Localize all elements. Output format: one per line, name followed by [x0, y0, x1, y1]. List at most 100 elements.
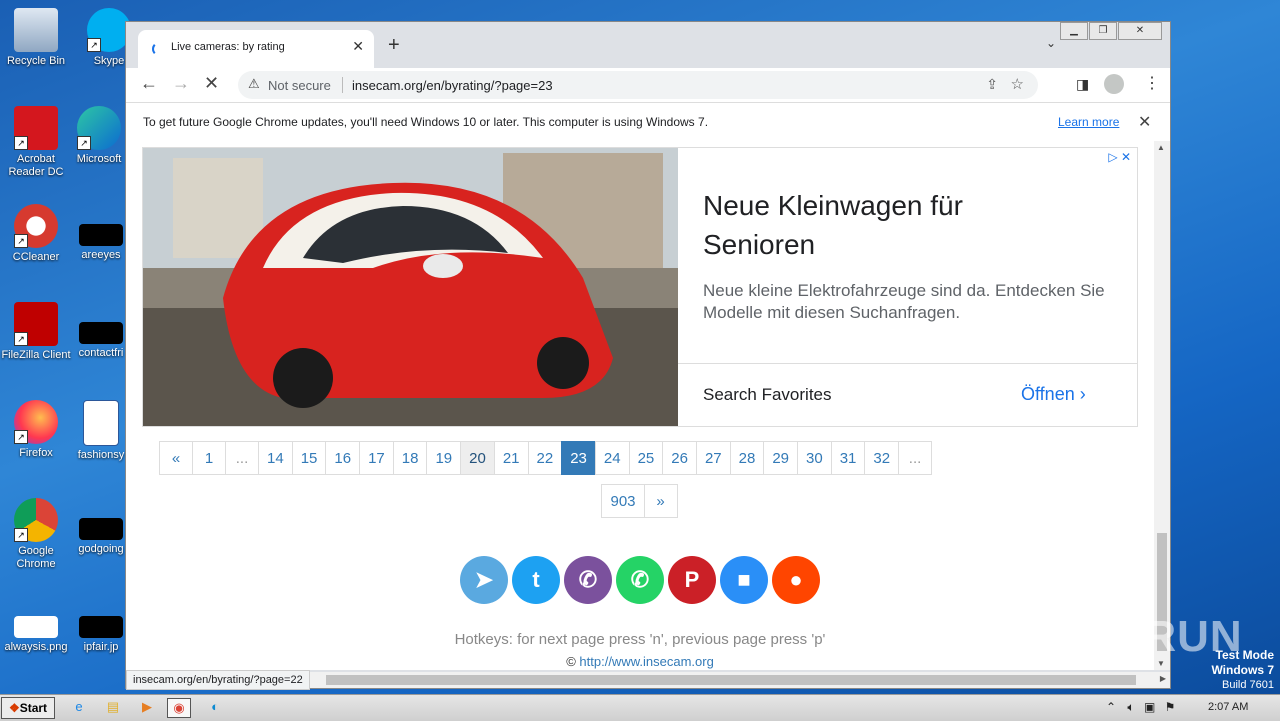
- shortcut-arrow-icon: ↗: [14, 430, 28, 444]
- status-url-bubble: insecam.org/en/byrating/?page=22: [126, 670, 310, 690]
- taskbar: ❖Start e ▤ ▶ ◉ ◐ ⌃ 🔈︎ ▣ ⚑ 2:07 AM: [0, 694, 1280, 721]
- new-tab-icon[interactable]: +: [388, 34, 400, 57]
- scroll-right-icon[interactable]: ▶: [1160, 674, 1166, 683]
- profile-avatar-icon[interactable]: [1104, 74, 1124, 94]
- page-link[interactable]: 23: [561, 441, 596, 475]
- ad-open-label: Öffnen: [1021, 384, 1075, 404]
- page-link[interactable]: 14: [258, 441, 293, 475]
- share-icon[interactable]: ⇪: [986, 76, 998, 93]
- ad-choices-icon[interactable]: ▷ ✕: [1108, 150, 1131, 164]
- close-infobar-icon[interactable]: ✕: [1138, 112, 1151, 132]
- ad-search-label[interactable]: Search Favorites: [703, 385, 832, 405]
- ad-image[interactable]: [143, 148, 678, 426]
- advertisement[interactable]: ▷ ✕ Neue Kleinwagen für Senioren Neue kl…: [142, 147, 1138, 427]
- acrobat-reader-icon[interactable]: ↗ Acrobat Reader DC: [1, 106, 71, 179]
- separator: [342, 77, 343, 93]
- shortcut-arrow-icon: ↗: [14, 136, 28, 150]
- hotkeys-hint: Hotkeys: for next page press 'n', previo…: [454, 631, 826, 648]
- filezilla-icon[interactable]: ↗ FileZilla Client: [1, 302, 71, 362]
- chrome-taskbar-icon[interactable]: ◉: [167, 698, 191, 718]
- side-panel-icon[interactable]: ◨: [1076, 76, 1089, 93]
- ad-headline[interactable]: Neue Kleinwagen für Senioren: [703, 186, 1023, 264]
- desktop-icon-label: CCleaner: [12, 251, 60, 263]
- edge-taskbar-icon[interactable]: ◐: [204, 698, 226, 716]
- recycle-bin-icon[interactable]: Recycle Bin: [1, 8, 71, 68]
- site-link[interactable]: http://www.insecam.org: [579, 654, 713, 669]
- page-link[interactable]: 32: [864, 441, 900, 475]
- restore-icon[interactable]: ❐: [1089, 22, 1117, 40]
- page-link[interactable]: 26: [662, 441, 697, 475]
- minimize-icon[interactable]: ▁: [1060, 22, 1088, 40]
- close-window-icon[interactable]: ✕: [1118, 22, 1162, 40]
- png-file-icon[interactable]: alwaysis.png: [1, 596, 71, 654]
- stop-loading-icon[interactable]: ✕: [204, 73, 219, 94]
- page-link[interactable]: 15: [291, 441, 327, 475]
- whatsapp-share-icon[interactable]: ✆: [616, 556, 664, 604]
- vertical-scrollbar[interactable]: ▲ ▼: [1154, 141, 1170, 670]
- page-link[interactable]: 29: [763, 441, 798, 475]
- back-icon[interactable]: ←: [140, 73, 158, 94]
- address-bar[interactable]: ⚠ Not secure insecam.org/en/byrating/?pa…: [238, 71, 1038, 99]
- volume-icon[interactable]: 🔈︎: [1127, 700, 1134, 714]
- forward-icon[interactable]: →: [172, 73, 190, 94]
- file-explorer-icon[interactable]: ▤: [102, 698, 124, 716]
- delicious-share-icon[interactable]: ■: [720, 556, 768, 604]
- page-link[interactable]: 19: [426, 441, 462, 475]
- windows-version-line: Windows 7: [1211, 663, 1274, 677]
- action-center-flag-icon[interactable]: ⚑: [1165, 700, 1176, 714]
- internet-explorer-icon[interactable]: e: [68, 698, 90, 716]
- prev-page-link[interactable]: «: [159, 441, 193, 475]
- page-link[interactable]: 24: [594, 441, 630, 475]
- firefox-icon[interactable]: ↗ Firefox: [1, 400, 71, 460]
- page-link[interactable]: 22: [527, 441, 563, 475]
- start-label: Start: [19, 701, 48, 715]
- page-link[interactable]: 27: [695, 441, 731, 475]
- learn-more-link[interactable]: Learn more: [1058, 115, 1119, 129]
- url-text[interactable]: insecam.org/en/byrating/?page=23: [352, 78, 553, 93]
- start-button[interactable]: ❖Start: [1, 697, 55, 719]
- ad-description: Neue kleine Elektrofahrzeuge sind da. En…: [703, 281, 1105, 322]
- page-link[interactable]: 903: [601, 484, 645, 518]
- page-ellipsis: ...: [898, 441, 933, 475]
- network-icon[interactable]: ▣: [1144, 700, 1155, 714]
- page-link[interactable]: 28: [729, 441, 765, 475]
- ad-open-button[interactable]: Öffnen ›: [1021, 384, 1086, 405]
- close-tab-icon[interactable]: ✕: [352, 38, 364, 55]
- viber-share-icon[interactable]: ✆: [564, 556, 612, 604]
- google-chrome-icon[interactable]: ↗ Google Chrome: [1, 498, 71, 571]
- page-link[interactable]: 20: [460, 441, 495, 475]
- media-player-icon[interactable]: ▶: [136, 698, 158, 716]
- browser-tab[interactable]: Live cameras: by rating ✕: [138, 30, 374, 68]
- pinterest-share-icon[interactable]: P: [668, 556, 716, 604]
- show-hidden-icons-icon[interactable]: ⌃: [1106, 700, 1116, 714]
- shortcut-arrow-icon: ↗: [14, 528, 28, 542]
- menu-kebab-icon[interactable]: ⋮: [1144, 73, 1160, 93]
- twitter-share-icon[interactable]: t: [512, 556, 560, 604]
- desktop-icon-label: Recycle Bin: [6, 55, 66, 67]
- hscroll-thumb[interactable]: [326, 675, 1136, 685]
- next-page-link[interactable]: »: [643, 484, 678, 518]
- page-link[interactable]: 18: [392, 441, 428, 475]
- page-link[interactable]: 17: [359, 441, 394, 475]
- telegram-share-icon[interactable]: ➤: [460, 556, 508, 604]
- security-status[interactable]: Not secure: [268, 78, 331, 93]
- page-link[interactable]: 25: [628, 441, 664, 475]
- page-link[interactable]: 30: [797, 441, 832, 475]
- bookmark-star-icon[interactable]: ☆: [1011, 75, 1024, 93]
- microsoft-edge-icon[interactable]: ↗ Microsoft: [64, 106, 134, 166]
- page-link[interactable]: 31: [830, 441, 866, 475]
- desktop-icons: Recycle Bin ↗ Skype ↗ Acrobat Reader DC …: [0, 0, 131, 690]
- build-line: Build 7601: [1222, 679, 1274, 691]
- tab-search-icon[interactable]: ⌄: [1046, 36, 1056, 50]
- reddit-share-icon[interactable]: ●: [772, 556, 820, 604]
- page-link[interactable]: 16: [325, 441, 361, 475]
- page-link[interactable]: 21: [493, 441, 529, 475]
- window-controls: ▁ ❐ ✕: [1059, 22, 1162, 40]
- clock[interactable]: 2:07 AM: [1208, 701, 1248, 713]
- page-link[interactable]: 1: [192, 441, 226, 475]
- ccleaner-icon[interactable]: ↗ CCleaner: [1, 204, 71, 264]
- desktop-icon-label: alwaysis.png: [4, 641, 68, 653]
- pagination-row: «1... 14 15 16 17 18 19 20 21 22 23 24 25 26 27 28 29 30 3…: [159, 441, 1120, 475]
- shortcut-arrow-icon: ↗: [87, 38, 101, 52]
- scroll-up-icon[interactable]: ▲: [1157, 143, 1165, 152]
